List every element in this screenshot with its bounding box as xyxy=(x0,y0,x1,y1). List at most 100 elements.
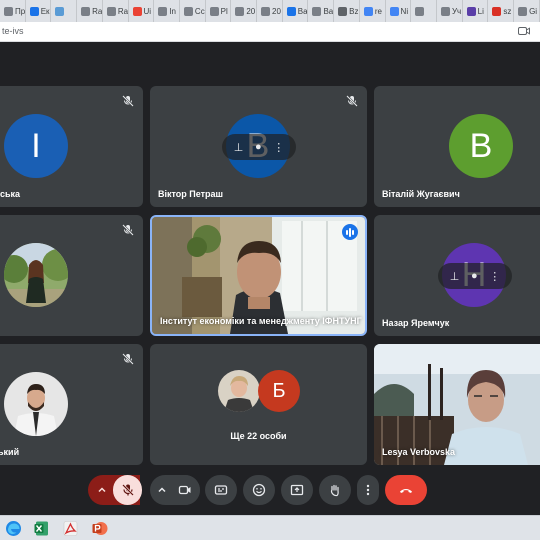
tab-title: 20 xyxy=(272,6,281,16)
browser-tab-strip: Пр Ек Ra Ra Ui In Cc Pl 20 20 Ba Ba Bz re Ni Уч Li sz Gi xyxy=(0,0,540,22)
mic-off-icon xyxy=(122,353,134,365)
chevron-up-icon xyxy=(158,487,166,493)
more-vert-icon[interactable]: ⋮ xyxy=(489,270,500,283)
participant-tile[interactable]: Lesya Verbovska xyxy=(374,344,540,465)
participant-name: Lesya Verbovska xyxy=(382,447,456,457)
tab-favicon-icon xyxy=(261,6,271,16)
participant-name: Віталій Жугаєвич xyxy=(382,189,460,199)
more-vert-icon xyxy=(366,484,370,496)
participant-tile[interactable]: B ⊥ ● ⋮ Віктор Петраш xyxy=(150,86,367,207)
tab-favicon-icon xyxy=(518,6,528,16)
mic-off-icon xyxy=(346,95,358,107)
leave-call-button[interactable] xyxy=(385,475,427,505)
tab-favicon-icon xyxy=(209,6,219,16)
more-options-button[interactable] xyxy=(357,475,379,505)
tab-title: Ек xyxy=(40,6,50,16)
tab-title: 20 xyxy=(246,6,256,16)
tab-title: Ba xyxy=(297,6,308,16)
tab-title: Пр xyxy=(15,6,25,16)
browser-tab[interactable] xyxy=(411,0,437,22)
tab-favicon-icon xyxy=(363,6,373,16)
participant-tile-active-speaker[interactable]: Інститут економіки та менеджменту ІФНТУН… xyxy=(150,215,367,336)
microphone-toggle-button[interactable] xyxy=(113,475,142,505)
browser-tab[interactable]: Ba xyxy=(283,0,309,22)
mic-off-icon[interactable]: ● xyxy=(471,270,478,282)
powerpoint-icon[interactable] xyxy=(91,520,108,537)
camera-toggle-button[interactable] xyxy=(170,475,200,505)
tab-favicon-icon xyxy=(415,6,425,16)
browser-tab[interactable]: Pl xyxy=(206,0,232,22)
participant-tile[interactable]: ький xyxy=(0,344,143,465)
tab-favicon-icon xyxy=(29,6,39,16)
browser-tab[interactable]: Ек xyxy=(26,0,52,22)
participant-name: Інститут економіки та менеджменту ІФНТУН… xyxy=(160,316,362,326)
captions-icon xyxy=(214,485,228,495)
mic-off-icon xyxy=(122,95,134,107)
others-count-label: Ще 22 особи xyxy=(230,431,287,441)
captions-button[interactable] xyxy=(205,475,237,505)
reactions-button[interactable] xyxy=(243,475,275,505)
mic-off-icon xyxy=(121,484,134,496)
tab-favicon-icon xyxy=(183,6,193,16)
chevron-up-icon xyxy=(98,487,106,493)
browser-tab[interactable] xyxy=(51,0,78,22)
browser-tab[interactable]: re xyxy=(360,0,386,22)
excel-icon[interactable] xyxy=(33,520,50,537)
pin-icon[interactable]: ⊥ xyxy=(234,141,244,154)
tab-title: In xyxy=(169,6,176,16)
participant-name: Назар Яремчук xyxy=(382,318,450,328)
tab-title: Ni xyxy=(400,6,409,16)
raise-hand-button[interactable] xyxy=(319,475,351,505)
browser-tab[interactable]: Уч xyxy=(437,0,463,22)
participant-tile[interactable] xyxy=(0,215,143,336)
browser-tab[interactable]: 20 xyxy=(231,0,258,22)
present-now-button[interactable] xyxy=(281,475,313,505)
browser-tab[interactable]: Ni xyxy=(386,0,412,22)
camera-in-use-icon[interactable] xyxy=(518,26,530,36)
mic-off-icon[interactable]: ● xyxy=(255,141,262,153)
participant-tile[interactable]: B Віталій Жугаєвич xyxy=(374,86,540,207)
os-taskbar xyxy=(0,515,540,540)
tab-favicon-icon xyxy=(440,6,450,16)
tab-title: Li xyxy=(477,6,484,16)
edge-icon[interactable] xyxy=(5,520,22,537)
meeting-top-area xyxy=(0,42,540,86)
browser-tab[interactable]: 20 xyxy=(257,0,283,22)
tab-favicon-icon xyxy=(4,6,13,16)
browser-tab[interactable]: Bz xyxy=(334,0,360,22)
address-url[interactable]: te-ivs xyxy=(2,26,24,36)
browser-tab[interactable]: Ui xyxy=(129,0,155,22)
tab-favicon-icon xyxy=(235,6,245,16)
browser-tab[interactable]: Cc xyxy=(180,0,206,22)
more-vert-icon[interactable]: ⋮ xyxy=(273,141,284,154)
browser-tab[interactable]: In xyxy=(154,0,180,22)
participant-tile[interactable]: I ська xyxy=(0,86,143,207)
acrobat-icon[interactable] xyxy=(62,520,79,537)
browser-tab[interactable]: Ra xyxy=(77,0,103,22)
browser-tab[interactable]: Ra xyxy=(103,0,129,22)
browser-tab[interactable]: sz xyxy=(488,0,515,22)
raise-hand-icon xyxy=(330,484,339,497)
participant-name: Віктор Петраш xyxy=(158,189,224,199)
tab-title: Уч xyxy=(451,6,462,16)
participant-tile[interactable]: H ⊥ ● ⋮ Назар Яремчук xyxy=(374,215,540,336)
tab-title: Ra xyxy=(117,6,128,16)
tab-favicon-icon xyxy=(338,6,348,16)
tab-title: Ui xyxy=(143,6,152,16)
tab-favicon-icon xyxy=(106,6,116,16)
camera-icon xyxy=(178,485,191,495)
avatar: B xyxy=(449,114,513,178)
avatar: I xyxy=(4,114,68,178)
tab-favicon-icon xyxy=(389,6,399,16)
speaking-indicator-icon xyxy=(342,224,358,240)
others-tile[interactable]: Б Ще 22 особи xyxy=(150,344,367,465)
browser-tab[interactable]: Gi xyxy=(514,0,540,22)
pin-icon[interactable]: ⊥ xyxy=(450,270,460,283)
browser-tab[interactable]: Пр xyxy=(0,0,26,22)
tab-title: re xyxy=(374,6,382,16)
address-bar: te-ivs xyxy=(0,22,540,42)
browser-tab[interactable]: Li xyxy=(463,0,489,22)
browser-tab[interactable]: Ba xyxy=(308,0,335,22)
screen: { "browser": { "tabs": [ {"label": "Пр",… xyxy=(0,0,540,540)
tab-favicon-icon xyxy=(81,6,91,16)
